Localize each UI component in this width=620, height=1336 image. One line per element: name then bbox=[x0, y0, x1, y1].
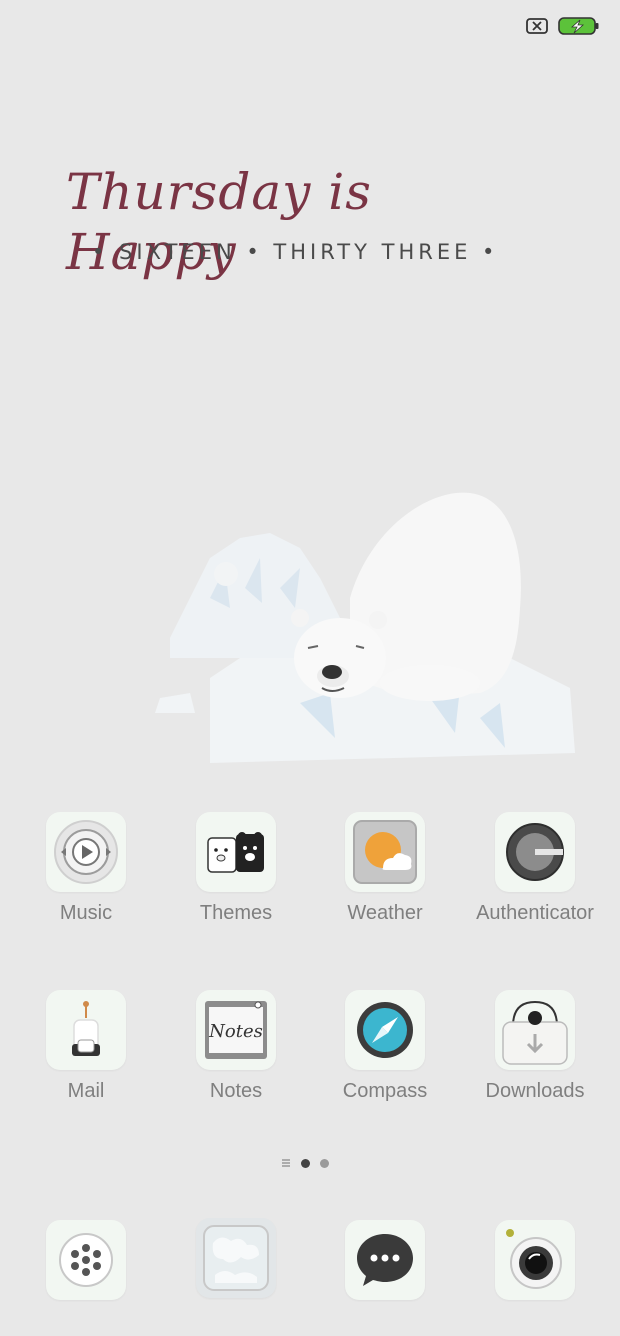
day-phrase: Thursday is Happy bbox=[66, 163, 372, 281]
authenticator-icon bbox=[495, 812, 575, 892]
time-in-words: • SIXTEEN • THIRTY THREE • bbox=[92, 240, 499, 264]
battery-charging-icon bbox=[558, 17, 599, 35]
page-indicator[interactable] bbox=[281, 1158, 329, 1168]
app-music[interactable]: Music bbox=[11, 812, 161, 925]
app-label: Themes bbox=[199, 902, 273, 924]
mailbox-icon bbox=[46, 990, 126, 1070]
app-mail[interactable]: Mail bbox=[11, 990, 161, 1103]
page-dot-active[interactable] bbox=[301, 1158, 310, 1168]
dock-gallery[interactable] bbox=[161, 1218, 311, 1298]
bears-icon bbox=[196, 812, 276, 892]
app-compass[interactable]: Compass bbox=[310, 990, 460, 1103]
downloads-icon bbox=[495, 990, 575, 1070]
page-dot[interactable] bbox=[320, 1158, 329, 1168]
phone-dialpad-icon bbox=[46, 1220, 126, 1300]
compass-icon bbox=[345, 990, 425, 1070]
notes-icon: Notes bbox=[196, 990, 276, 1070]
app-label: Music bbox=[59, 902, 113, 924]
app-notes[interactable]: Notes Notes bbox=[161, 990, 311, 1103]
dock bbox=[0, 1218, 620, 1302]
camera-icon bbox=[495, 1220, 575, 1300]
gallery-icon bbox=[196, 1218, 276, 1298]
page-list-icon[interactable] bbox=[281, 1158, 291, 1168]
app-row-1: Music Themes Weather Authenticator bbox=[0, 812, 620, 932]
music-player-icon bbox=[46, 812, 126, 892]
app-downloads[interactable]: Downloads bbox=[460, 990, 610, 1103]
polar-bear-wallpaper bbox=[155, 492, 575, 763]
app-label: Compass bbox=[342, 1080, 428, 1102]
app-weather[interactable]: Weather bbox=[310, 812, 460, 925]
dock-messages[interactable] bbox=[310, 1220, 460, 1300]
app-label: Mail bbox=[67, 1080, 105, 1102]
svg-text:Notes: Notes bbox=[208, 1021, 263, 1042]
no-sim-icon bbox=[526, 18, 548, 34]
messages-icon bbox=[345, 1220, 425, 1300]
bear-head bbox=[294, 618, 386, 698]
app-row-2: Mail Notes Notes Compass Downloads bbox=[0, 990, 620, 1110]
app-label: Weather bbox=[347, 902, 423, 924]
app-label: Authenticator bbox=[476, 902, 594, 924]
sun-cloud-icon bbox=[345, 812, 425, 892]
app-label: Notes bbox=[209, 1080, 263, 1102]
dock-camera[interactable] bbox=[460, 1220, 610, 1300]
small-bird-icon bbox=[214, 562, 238, 586]
app-authenticator[interactable]: Authenticator bbox=[460, 812, 610, 925]
dock-phone[interactable] bbox=[11, 1220, 161, 1300]
clock-widget[interactable]: Thursday is Happy • SIXTEEN • THIRTY THR… bbox=[66, 162, 506, 282]
app-label: Downloads bbox=[485, 1080, 585, 1102]
status-bar bbox=[526, 16, 600, 36]
app-themes[interactable]: Themes bbox=[161, 812, 311, 925]
